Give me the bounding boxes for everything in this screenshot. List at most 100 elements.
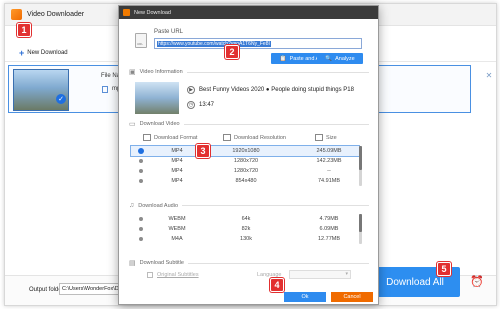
radio-icon — [139, 237, 143, 241]
paste-icon: 📋 — [279, 55, 287, 62]
music-note-icon: ♫ — [129, 202, 135, 209]
row-resolution: 854x480 — [235, 178, 257, 184]
video-info-icon: ▣ — [129, 69, 136, 76]
row-format: MP4 — [171, 148, 183, 154]
audio-row[interactable]: WEBM 64k 4.79MB — [131, 214, 359, 224]
row-size: -- — [327, 168, 331, 174]
format-column-icon — [143, 134, 151, 141]
resolution-column-label: Download Resolution — [234, 134, 286, 141]
row-bitrate: 130k — [240, 236, 252, 242]
alarm-clock-icon[interactable]: ⏰ — [470, 276, 484, 288]
radio-icon — [139, 159, 143, 163]
file-format-icon — [102, 86, 108, 93]
download-video-heading: ▭ Download Video — [129, 120, 369, 128]
row-format: WEBM — [168, 226, 186, 232]
divider — [182, 205, 369, 206]
original-subtitles-label: Original Subtitles — [157, 272, 199, 278]
cancel-button[interactable]: Cancel — [331, 292, 373, 302]
dialog-app-icon — [123, 9, 130, 16]
dialog-title: New Download — [134, 9, 171, 16]
row-format: M4A — [171, 236, 183, 242]
video-row[interactable]: MP4 854x480 74.91MB — [131, 176, 359, 186]
format-column-header: Download Format — [143, 134, 197, 141]
analyze-label: Analyze — [335, 55, 355, 62]
download-audio-heading: ♫ Download Audio — [129, 202, 369, 209]
paste-url-label: Paste URL — [154, 29, 184, 35]
row-size: 4.79MB — [319, 216, 339, 222]
new-download-label: New Download — [27, 49, 68, 56]
row-resolution: 1920x1080 — [232, 148, 260, 154]
main-window-title: Video Downloader — [27, 11, 85, 18]
url-file-icon: URL — [135, 33, 147, 48]
row-format: MP4 — [171, 178, 183, 184]
download-subtitle-heading: ▤ Download Subtitle — [129, 259, 369, 267]
row-resolution: 1280x720 — [233, 168, 259, 174]
video-row[interactable]: MP4 1280x720 142.23MB — [131, 156, 359, 166]
audio-row[interactable]: M4A 130k 12.77MB — [131, 234, 359, 244]
row-bitrate: 64k — [241, 216, 251, 222]
video-thumbnail — [135, 82, 179, 114]
video-row[interactable]: MP4 1920x1080 245.09MB — [130, 145, 360, 157]
checkmark-icon[interactable]: ✓ — [56, 94, 66, 104]
row-bitrate: 82k — [241, 226, 251, 232]
radio-icon — [139, 179, 143, 183]
divider — [187, 262, 369, 264]
new-download-dialog: New Download URL Paste URL https://www.y… — [118, 5, 379, 305]
video-format-table: MP4 1920x1080 245.09MB MP4 1280x720 142.… — [130, 145, 360, 186]
row-resolution: 1280x720 — [233, 158, 259, 164]
row-format: WEBM — [168, 216, 186, 222]
size-column-icon — [315, 134, 323, 141]
video-table-scrollbar[interactable] — [359, 146, 362, 186]
search-icon: 🔍 — [325, 55, 333, 62]
row-size: 142.23MB — [316, 158, 342, 164]
plus-icon: + — [19, 47, 25, 58]
step-badge-2: 2 — [225, 45, 239, 59]
step-badge-1: 1 — [17, 23, 31, 37]
subtitle-icon: ▤ — [129, 260, 136, 267]
video-icon: ▭ — [129, 121, 136, 128]
video-row[interactable]: MP4 1280x720 -- — [131, 166, 359, 176]
dialog-titlebar: New Download — [119, 6, 378, 19]
divider — [183, 123, 369, 125]
scrollbar-thumb[interactable] — [359, 214, 362, 232]
size-column-header: Size — [315, 134, 337, 141]
step-badge-5: 5 — [437, 262, 451, 276]
video-info-heading-label: Video Information — [139, 69, 183, 75]
divider — [186, 71, 369, 73]
radio-icon — [139, 217, 143, 221]
row-format: MP4 — [171, 168, 183, 174]
task-thumbnail: ✓ — [13, 69, 69, 111]
step-badge-3: 3 — [196, 144, 210, 158]
audio-format-table: WEBM 64k 4.79MB WEBM 82k 6.09MB M4A 130k… — [131, 214, 359, 244]
url-input[interactable]: https://www.youtube.com/watch?v=oA1T6Ny_… — [154, 38, 362, 49]
language-select[interactable]: ▾ — [289, 270, 351, 279]
row-size: 6.09MB — [319, 226, 339, 232]
app-logo-icon — [11, 9, 22, 20]
download-subtitle-heading-label: Download Subtitle — [139, 260, 184, 266]
download-audio-heading-label: Download Audio — [138, 202, 179, 209]
youtube-icon: ▶ — [187, 86, 195, 94]
radio-icon — [139, 227, 143, 231]
ok-button[interactable]: Ok — [284, 292, 326, 302]
url-value: https://www.youtube.com/watch?v=oA1T6Ny_… — [157, 41, 271, 47]
resolution-column-header: Download Resolution — [223, 134, 286, 141]
audio-table-scrollbar[interactable] — [359, 214, 362, 244]
video-duration: 13:47 — [199, 102, 215, 108]
audio-row[interactable]: WEBM 82k 6.09MB — [131, 224, 359, 234]
row-size: 74.91MB — [317, 178, 340, 184]
scrollbar-thumb[interactable] — [359, 146, 362, 170]
resolution-column-icon — [223, 134, 231, 141]
clock-icon: ◷ — [187, 101, 195, 109]
step-badge-4: 4 — [270, 278, 284, 292]
radio-icon — [139, 169, 143, 173]
row-size: 245.09MB — [316, 148, 342, 154]
close-task-icon[interactable]: ✕ — [485, 72, 493, 80]
analyze-button[interactable]: 🔍 Analyze — [317, 53, 363, 64]
video-information-heading: ▣ Video Information — [129, 68, 369, 76]
row-format: MP4 — [171, 158, 183, 164]
original-subtitles-checkbox[interactable] — [147, 272, 153, 278]
format-column-label: Download Format — [154, 134, 198, 141]
chevron-down-icon: ▾ — [345, 271, 348, 277]
download-video-heading-label: Download Video — [139, 121, 180, 127]
radio-icon — [138, 148, 144, 154]
